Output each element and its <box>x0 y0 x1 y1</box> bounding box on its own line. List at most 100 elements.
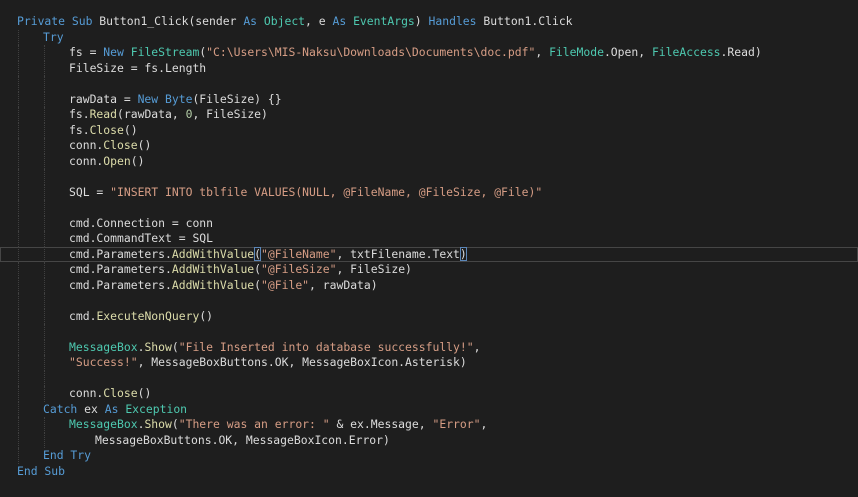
code-line[interactable]: fs.Read(rawData, 0, FileSize) <box>0 107 858 123</box>
matched-brace: ( <box>254 246 262 261</box>
code-line[interactable]: Catch ex As Exception <box>0 401 858 418</box>
code-line[interactable]: Private Sub Button1_Click(sender As Obje… <box>0 14 858 30</box>
code-token: & ex.Message, <box>329 417 433 431</box>
code-text: End Try <box>43 448 91 464</box>
code-line[interactable]: cmd.Parameters.AddWithValue("@File", raw… <box>0 277 858 293</box>
indent-guide <box>18 91 19 107</box>
indent-guide <box>44 277 45 293</box>
code-token: fs. <box>69 122 90 137</box>
code-line[interactable] <box>0 200 858 216</box>
indent-guide <box>44 231 45 247</box>
code-token: "There was an error: " <box>178 417 330 431</box>
code-line[interactable]: conn.Open() <box>0 153 858 169</box>
code-token: , <box>473 339 481 354</box>
code-line[interactable] <box>0 370 858 386</box>
code-line[interactable] <box>0 324 858 340</box>
code-token: "Success!" <box>69 355 138 369</box>
code-token: ( <box>171 417 179 431</box>
indent-guide <box>18 448 19 464</box>
code-token: MessageBoxButtons.OK, MessageBoxIcon.Err… <box>95 432 390 447</box>
code-token: "File Inserted into database successfull… <box>178 339 474 354</box>
indent-guide <box>44 355 45 371</box>
code-token: New <box>103 45 131 59</box>
code-token: Show <box>144 339 172 354</box>
code-text: SQL = "INSERT INTO tblfile VALUES(NULL, … <box>69 185 542 201</box>
code-token: MessageBox <box>69 417 138 431</box>
indent-guide <box>18 339 19 355</box>
code-line[interactable] <box>0 76 858 92</box>
code-line[interactable]: MessageBoxButtons.OK, MessageBoxIcon.Err… <box>0 432 858 448</box>
code-line[interactable]: MessageBox.Show("File Inserted into data… <box>0 339 858 356</box>
code-line[interactable]: fs = New FileStream("C:\Users\MIS-Naksu\… <box>0 45 858 61</box>
code-line[interactable]: cmd.Parameters.AddWithValue("@FileName",… <box>0 246 858 262</box>
code-line[interactable] <box>0 169 858 185</box>
code-text: conn.Close() <box>69 386 151 402</box>
code-line[interactable]: MessageBox.Show("There was an error: " &… <box>0 417 858 433</box>
code-text: Private Sub Button1_Click(sender As Obje… <box>17 14 573 30</box>
code-text: conn.Close() <box>69 138 151 154</box>
indent-guide <box>18 324 19 340</box>
code-token: Close <box>103 138 138 152</box>
indent-guide <box>18 417 19 433</box>
code-line[interactable]: cmd.Connection = conn <box>0 215 858 232</box>
code-token: , MessageBoxButtons.OK, MessageBoxIcon.A… <box>137 355 467 369</box>
indent-guide <box>44 184 45 200</box>
code-line[interactable]: cmd.CommandText = SQL <box>0 231 858 247</box>
code-lines: Private Sub Button1_Click(sender As Obje… <box>0 14 858 479</box>
code-text: MessageBox.Show("File Inserted into data… <box>69 340 480 356</box>
indent-guide <box>44 91 45 107</box>
code-text: Catch ex As Exception <box>43 402 187 418</box>
code-editor[interactable]: Private Sub Button1_Click(sender As Obje… <box>0 0 858 497</box>
code-token: As <box>243 14 264 28</box>
code-line[interactable]: conn.Close() <box>0 138 858 154</box>
code-line[interactable]: cmd.Parameters.AddWithValue("@FileSize",… <box>0 262 858 278</box>
code-token: Byte <box>165 91 193 106</box>
indent-guide <box>18 60 19 76</box>
code-token: Object <box>263 14 306 28</box>
code-line[interactable]: SQL = "INSERT INTO tblfile VALUES(NULL, … <box>0 184 858 201</box>
code-token: "@FileSize" <box>261 262 337 276</box>
code-line[interactable]: cmd.ExecuteNonQuery() <box>0 308 858 324</box>
code-token: "Error" <box>432 417 481 431</box>
code-token: .Read) <box>720 45 762 59</box>
code-line[interactable]: End Sub <box>0 464 858 480</box>
code-token: FileAccess <box>651 45 721 59</box>
matched-brace: ) <box>459 246 467 261</box>
indent-guide <box>44 417 45 433</box>
code-text: FileSize = fs.Length <box>69 61 206 77</box>
indent-guide <box>18 386 19 402</box>
code-token: rawData = <box>69 91 138 106</box>
code-token: Catch <box>43 401 85 416</box>
code-line[interactable]: fs.Close() <box>0 122 858 138</box>
code-token: ( <box>171 339 179 354</box>
code-text: End Sub <box>17 464 65 480</box>
code-text: rawData = New Byte(FileSize) {} <box>69 92 282 108</box>
code-line[interactable]: FileSize = fs.Length <box>0 60 858 77</box>
code-token: cmd.Parameters. <box>69 262 172 276</box>
code-line[interactable]: Try <box>0 29 858 45</box>
code-token: , <box>480 417 488 431</box>
indent-guide <box>18 215 19 231</box>
code-line[interactable]: rawData = New Byte(FileSize) {} <box>0 91 858 108</box>
indent-guide <box>18 370 19 386</box>
indent-guide <box>18 293 19 309</box>
code-line[interactable]: conn.Close() <box>0 386 858 402</box>
indent-guide <box>18 153 19 169</box>
code-token: "@FileName" <box>261 246 337 261</box>
code-token: ) <box>414 14 429 28</box>
code-token: cmd.Parameters. <box>69 246 172 261</box>
indent-guide <box>18 432 19 448</box>
code-token: (rawData, <box>117 107 186 121</box>
indent-guide <box>44 169 45 185</box>
code-text: cmd.Connection = conn <box>69 216 213 232</box>
indent-guide <box>44 200 45 216</box>
code-token: ( <box>254 277 262 292</box>
indent-guide <box>44 308 45 324</box>
code-token: As <box>332 14 354 28</box>
code-line[interactable]: End Try <box>0 448 858 464</box>
code-token: () <box>123 122 138 137</box>
code-token: , rawData) <box>309 277 378 292</box>
code-line[interactable]: "Success!", MessageBoxButtons.OK, Messag… <box>0 355 858 371</box>
code-token: MessageBox <box>69 339 138 354</box>
code-line[interactable] <box>0 293 858 309</box>
